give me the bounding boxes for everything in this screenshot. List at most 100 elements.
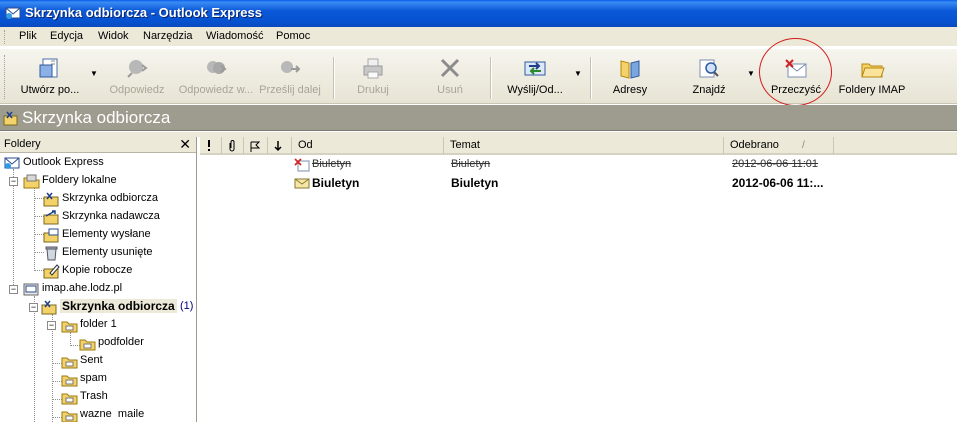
sent-items-icon xyxy=(43,228,59,243)
tree-line xyxy=(34,296,35,422)
tree-line xyxy=(52,314,53,422)
message-subject: Biuletyn xyxy=(451,158,491,170)
column-received-label: Odebrano xyxy=(730,139,779,151)
send-receive-button[interactable]: Wyślij/Od... xyxy=(503,57,567,101)
addresses-button[interactable]: Adresy xyxy=(606,57,654,101)
tree-line xyxy=(34,187,35,271)
purge-button[interactable]: Przeczyść xyxy=(768,57,824,101)
flag-icon xyxy=(250,141,261,152)
tree-line xyxy=(70,332,71,346)
tree-line xyxy=(13,169,14,287)
folder-icon xyxy=(61,393,78,405)
send-receive-icon xyxy=(524,61,546,76)
find-button[interactable]: Znajdź xyxy=(686,57,732,101)
column-flag[interactable] xyxy=(244,137,268,154)
local-folders-icon xyxy=(23,174,40,189)
column-watch[interactable] xyxy=(268,137,292,154)
column-subject[interactable]: Temat xyxy=(444,137,724,154)
trash-can-icon xyxy=(45,246,58,261)
selected-folder-label: Skrzynka odbiorcza xyxy=(60,299,177,313)
find-dropdown-arrow[interactable]: ▼ xyxy=(747,70,755,78)
inbox-icon xyxy=(41,300,57,315)
print-button[interactable]: Drukuj xyxy=(348,57,398,101)
delete-button[interactable]: Usuń xyxy=(427,57,473,101)
folder-icon xyxy=(61,321,78,333)
unread-count-badge: (1) xyxy=(180,300,194,312)
forward-button[interactable]: Prześlij dalej xyxy=(259,57,321,101)
message-subject: Biuletyn xyxy=(451,176,499,190)
collapse-toggle-local-folders[interactable]: − xyxy=(9,177,18,186)
reply-all-button[interactable]: Odpowiedz w... xyxy=(177,57,255,101)
toolbar-separator xyxy=(490,57,492,99)
column-attachment[interactable] xyxy=(222,137,244,154)
find-magnifier-icon xyxy=(699,59,719,78)
folders-pane: Foldery ✕ Outlook Express − Foldery loka… xyxy=(0,137,197,422)
folder-info-title: Skrzynka odbiorcza xyxy=(22,108,171,127)
paperclip-icon xyxy=(229,140,235,152)
message-from: Biuletyn xyxy=(312,176,360,190)
message-received: 2012-06-06 11:... xyxy=(732,176,824,190)
printer-icon xyxy=(363,58,383,79)
toolbar-grip[interactable] xyxy=(4,55,7,99)
forward-icon xyxy=(281,61,301,73)
unread-envelope-icon xyxy=(294,178,310,189)
inbox-icon xyxy=(3,111,18,126)
inbox-icon xyxy=(43,192,59,207)
folders-pane-header: Foldery ✕ xyxy=(0,137,196,153)
purge-envelope-icon xyxy=(785,59,807,78)
title-bar[interactable]: Skrzynka odbiorcza - Outlook Express xyxy=(0,0,957,27)
reply-all-icon xyxy=(207,61,227,74)
toolbar: Utwórz po... ▼ Odpowiedz Odpowiedz w... … xyxy=(0,48,957,104)
outlook-express-icon xyxy=(4,157,20,169)
message-row[interactable]: Biuletyn Biuletyn 2012-06-06 11:01 xyxy=(200,157,957,173)
toolbar-separator xyxy=(590,57,592,99)
message-list: Od Temat Odebrano / Biuletyn Biuletyn 20… xyxy=(200,137,957,422)
reply-button[interactable]: Odpowiedz xyxy=(107,57,167,101)
menu-view[interactable]: Widok xyxy=(98,30,129,42)
collapse-toggle-imap-account[interactable]: − xyxy=(9,285,18,294)
message-list-header: Od Temat Odebrano / xyxy=(200,137,957,155)
menu-message[interactable]: Wiadomość xyxy=(206,30,263,42)
folder-icon xyxy=(79,339,96,351)
imap-server-icon xyxy=(23,283,39,296)
menu-file[interactable]: Plik xyxy=(19,30,37,42)
create-dropdown-arrow[interactable]: ▼ xyxy=(90,70,98,78)
menu-tools[interactable]: Narzędzia xyxy=(143,30,193,42)
toolbar-separator xyxy=(333,57,335,99)
message-received: 2012-06-06 11:01 xyxy=(732,158,819,170)
column-from[interactable]: Od xyxy=(292,137,444,154)
outlook-express-window: Skrzynka odbiorcza - Outlook Express Pli… xyxy=(0,0,957,422)
imap-folder-icon xyxy=(861,63,885,78)
window-title: Skrzynka odbiorcza - Outlook Express xyxy=(25,5,262,20)
folder-icon xyxy=(61,357,78,369)
close-pane-icon[interactable]: ✕ xyxy=(179,137,191,153)
menu-edit[interactable]: Edycja xyxy=(50,30,83,42)
message-from: Biuletyn xyxy=(312,158,352,170)
folder-icon xyxy=(61,375,78,387)
menu-help[interactable]: Pomoc xyxy=(276,30,310,42)
folders-pane-title: Foldery xyxy=(4,138,41,150)
column-priority[interactable] xyxy=(200,137,222,154)
send-receive-dropdown-arrow[interactable]: ▼ xyxy=(574,70,582,78)
menu-bar: Plik Edycja Widok Narzędzia Wiadomość Po… xyxy=(0,27,957,47)
folder-icon xyxy=(61,411,78,422)
message-row[interactable]: Biuletyn Biuletyn 2012-06-06 11:... xyxy=(200,175,957,191)
address-book-icon xyxy=(620,60,640,79)
collapse-toggle-imap-inbox[interactable]: − xyxy=(29,303,38,312)
outbox-icon xyxy=(43,210,59,225)
sort-indicator: / xyxy=(802,140,805,151)
imap-folders-button[interactable]: Foldery IMAP xyxy=(836,57,908,101)
priority-icon xyxy=(208,140,210,151)
drafts-icon xyxy=(43,264,60,279)
outlook-express-icon xyxy=(5,7,21,19)
menubar-grip[interactable] xyxy=(4,30,7,44)
column-received[interactable]: Odebrano / xyxy=(724,137,834,154)
delete-x-icon xyxy=(440,58,460,78)
create-mail-button[interactable]: Utwórz po... xyxy=(14,57,86,101)
deleted-message-icon xyxy=(294,158,310,172)
reply-icon xyxy=(127,60,148,78)
collapse-toggle-folder-1[interactable]: − xyxy=(47,321,56,330)
download-arrow-icon xyxy=(274,141,282,152)
folder-info-bar: Skrzynka odbiorcza xyxy=(0,105,957,131)
new-mail-icon xyxy=(39,58,58,78)
